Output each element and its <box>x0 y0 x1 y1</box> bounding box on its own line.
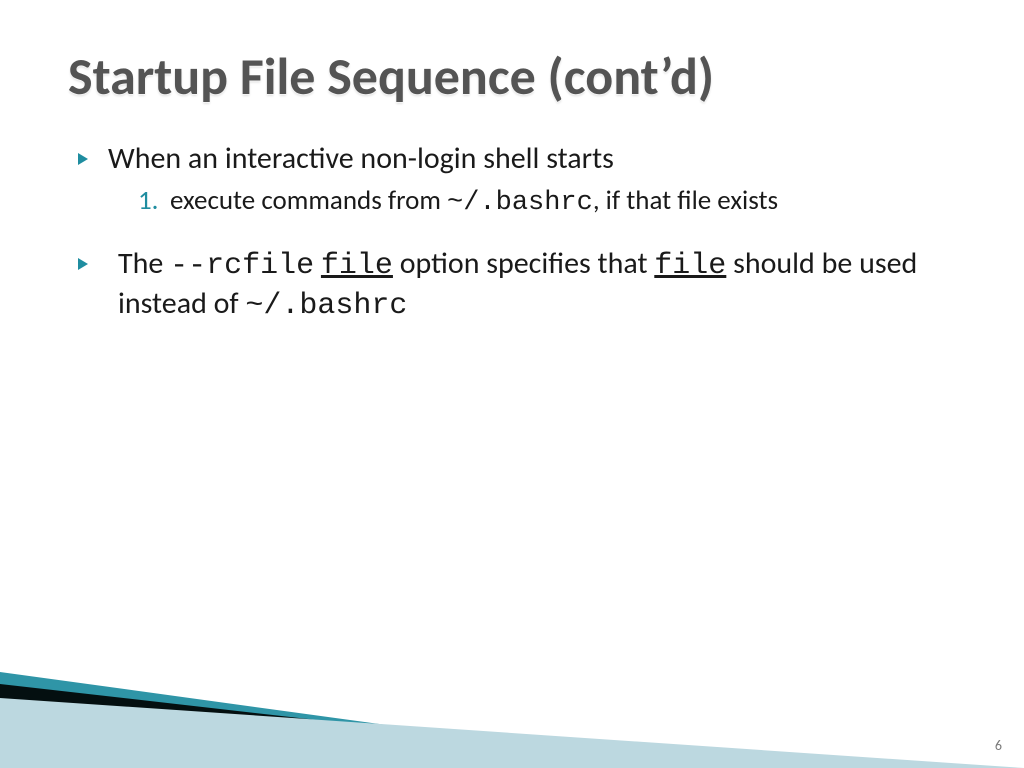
b2-mid: option specifies that <box>393 245 654 282</box>
b2-space <box>314 245 321 282</box>
triangle-bullet-icon <box>78 153 88 165</box>
bullet-1-sub: 1. execute commands from ~/.bashrc, if t… <box>138 184 944 221</box>
sub-text-pre: execute commands from <box>170 184 447 217</box>
file-arg-2: file <box>654 249 726 283</box>
triangle-bullet-icon <box>78 258 88 270</box>
b2-pre: The <box>118 245 170 282</box>
bullet-1-text: When an interactive non-login shell star… <box>108 140 614 177</box>
slide-footer-deco <box>0 628 1024 768</box>
slide-number: 6 <box>995 737 1002 754</box>
slide-body: When an interactive non-login shell star… <box>78 140 944 336</box>
code-bashrc-2: ~/.bashrc <box>245 289 407 323</box>
slide-title: Startup File Sequence (cont’d) <box>68 44 714 108</box>
numbered-marker: 1. <box>138 184 159 219</box>
bullet-2: The --rcfile file option specifies that … <box>78 245 944 326</box>
file-arg-1: file <box>321 249 393 283</box>
bullet-1: When an interactive non-login shell star… <box>78 140 944 221</box>
sub-text-post: , if that file exists <box>593 184 778 217</box>
flag-rcfile: --rcfile <box>170 249 314 283</box>
code-bashrc-1: ~/.bashrc <box>447 188 593 218</box>
